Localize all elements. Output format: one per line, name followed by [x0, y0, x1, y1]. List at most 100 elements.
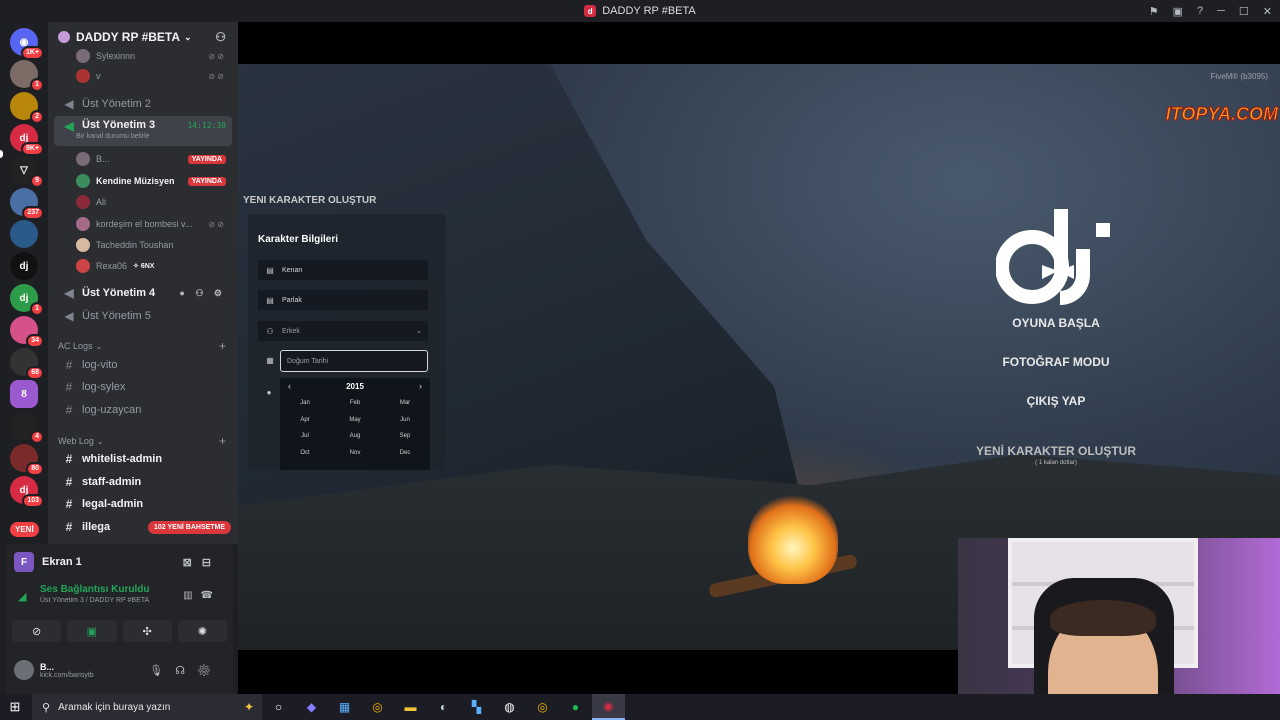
dob-field[interactable]: ▦ Doğum Tarihi	[258, 350, 428, 372]
voice-user[interactable]: Rexa06 ✧ 6NX	[76, 256, 232, 276]
month-option[interactable]: Jun	[380, 417, 430, 423]
voice-actions[interactable]: ▥☎	[183, 590, 221, 601]
voice-user[interactable]: kordeşim el bombesi v... ⊘ ⊘	[76, 214, 232, 234]
new-unreads-button[interactable]: YENİ	[10, 522, 39, 537]
text-channel[interactable]: # log-vito	[54, 355, 232, 375]
voice-user[interactable]: Sylexinnn ⊘ ⊘	[76, 46, 232, 66]
server-icon[interactable]: 68	[10, 348, 44, 380]
month-option[interactable]: Aug	[330, 433, 380, 439]
month-option[interactable]: Nov	[330, 450, 380, 456]
text-channel[interactable]: # log-uzaycan	[54, 400, 232, 420]
user-controls[interactable]: 🎙☊⚙	[149, 664, 223, 677]
server-icon[interactable]: 4	[10, 412, 44, 444]
screen-share-button[interactable]: ▣	[67, 620, 117, 642]
task-view-icon[interactable]: ○	[262, 694, 295, 720]
month-option[interactable]: Dec	[380, 450, 430, 456]
soundboard-button[interactable]: ✺	[177, 620, 227, 642]
add-channel-icon[interactable]: +	[219, 339, 226, 353]
server-icon[interactable]: ▽ 9	[10, 156, 44, 188]
close-button[interactable]: ✕	[1263, 5, 1272, 18]
add-channel-icon[interactable]: +	[219, 434, 226, 448]
server-icon[interactable]: 34	[10, 316, 44, 348]
server-icon[interactable]: 237	[10, 188, 44, 220]
voice-user[interactable]: Kendine Müzisyen YAYINDA	[76, 171, 232, 191]
activities-button[interactable]: ✣	[122, 620, 172, 642]
exit-button[interactable]: ÇIKIŞ YAP	[956, 394, 1156, 408]
taskbar-search[interactable]: ⚲ Aramak için buraya yazın ✦	[32, 694, 262, 720]
month-option[interactable]: May	[330, 417, 380, 423]
invite-people-icon[interactable]: ⚇	[215, 30, 226, 44]
text-channel[interactable]: # log-sylex	[54, 377, 232, 397]
stream-view[interactable]: FiveM® (b3095) ITOPYA.COM YENI KARAKTER …	[238, 22, 1280, 694]
server-icon[interactable]: dj	[10, 252, 38, 280]
voice-user[interactable]: B... YAYINDA	[76, 149, 232, 169]
gender-select[interactable]: ⚇ Erkek ⌄	[258, 321, 428, 341]
last-name-field[interactable]: ▤ Parlak	[258, 290, 428, 310]
avatar	[76, 69, 90, 83]
minimize-button[interactable]: ─	[1217, 5, 1225, 17]
voice-connection[interactable]: ◢ Ses Bağlantısı Kuruldu Üst Yönetim 3 /…	[6, 584, 233, 614]
new-mentions-pill[interactable]: 102 YENİ BAHSETME	[148, 521, 232, 534]
voice-user[interactable]: Ali	[76, 192, 232, 212]
direct-messages-icon[interactable]: ◉ 1K+	[10, 28, 44, 60]
server-icon[interactable]: dj 103	[10, 476, 44, 508]
live-badge: YAYINDA	[187, 154, 226, 164]
next-year-button[interactable]: ›	[419, 381, 422, 391]
voice-channel[interactable]: ◀ Üst Yönetim 2	[54, 94, 232, 114]
search-icon: ⚲	[42, 701, 51, 714]
app-icon[interactable]: ◍	[493, 694, 526, 720]
server-icon[interactable]: 80	[10, 444, 44, 476]
maximize-button[interactable]: ☐	[1239, 5, 1249, 18]
stream-preview-row[interactable]: F Ekran 1 ⊠⊟	[6, 544, 233, 580]
category-header[interactable]: Web Log ⌄ +	[58, 434, 228, 448]
server-icon[interactable]	[10, 220, 38, 248]
text-channel[interactable]: # staff-admin	[54, 472, 232, 492]
month-option[interactable]: Oct	[280, 450, 330, 456]
server-icon[interactable]: 2	[10, 92, 44, 124]
app-icon[interactable]: ▚	[460, 694, 493, 720]
category-header[interactable]: AC Logs ⌄ +	[58, 339, 228, 353]
server-icon[interactable]: 1	[10, 60, 44, 92]
voice-user[interactable]: Tacheddin Toushan	[76, 235, 232, 255]
server-icon[interactable]: dj 9K+	[10, 124, 44, 156]
steam-icon[interactable]: ◐	[427, 694, 460, 720]
text-channel[interactable]: # legal-admin	[54, 494, 232, 514]
channel-actions[interactable]: ● ⚇ ⚙	[179, 288, 226, 299]
play-button[interactable]: OYUNA BAŞLA	[956, 316, 1156, 330]
new-character-button[interactable]: YENİ KARAKTER OLUŞTUR	[956, 444, 1156, 458]
inbox-flag-icon[interactable]: ⚑	[1149, 5, 1159, 18]
voice-channel-active[interactable]: ◀ Üst Yönetim 3 Bir kanal durumu belirle…	[54, 116, 232, 146]
chrome-icon[interactable]: ◎	[526, 694, 559, 720]
camera-off-button[interactable]: ⊘	[12, 620, 62, 642]
location-field[interactable]: ●	[258, 382, 280, 402]
window-title: DADDY RP #BETA	[602, 5, 696, 17]
month-option[interactable]: Feb	[330, 400, 380, 406]
first-name-field[interactable]: ▤ Kenan	[258, 260, 428, 280]
month-option[interactable]: Mar	[380, 400, 430, 406]
month-picker: ‹ 2015 › Jan Feb Mar Apr May Jun Jul Aug…	[280, 378, 430, 470]
app-icon[interactable]: ◆	[295, 694, 328, 720]
help-icon[interactable]: ?	[1197, 5, 1203, 17]
chevron-down-icon: ⌄	[184, 31, 192, 42]
voice-user[interactable]: v ⊘ ⊘	[76, 66, 232, 86]
photo-mode-button[interactable]: FOTOĞRAF MODU	[956, 355, 1156, 369]
server-icon[interactable]: dj 1	[10, 284, 44, 316]
server-icon[interactable]: 8	[10, 380, 38, 408]
windows-start-icon[interactable]: ⊞	[0, 699, 30, 715]
month-option[interactable]: Jul	[280, 433, 330, 439]
text-channel[interactable]: # whitelist-admin	[54, 449, 232, 469]
chrome-icon[interactable]: ◎	[361, 694, 394, 720]
month-option[interactable]: Sep	[380, 433, 430, 439]
user-panel[interactable]: B... kick.com/barisytb 🎙☊⚙	[6, 652, 233, 688]
spotify-icon[interactable]: ●	[559, 694, 592, 720]
stream-controls[interactable]: ⊠⊟	[183, 556, 221, 569]
voice-channel[interactable]: ◀ Üst Yönetim 5	[54, 306, 232, 326]
screen-share-icon[interactable]: ▣	[1173, 5, 1183, 18]
store-icon[interactable]: ▦	[328, 694, 361, 720]
month-option[interactable]: Jan	[280, 400, 330, 406]
month-option[interactable]: Apr	[280, 417, 330, 423]
discord-icon[interactable]: ◉	[592, 694, 625, 720]
speaker-icon: ◀	[64, 97, 74, 111]
voice-channel[interactable]: ◀ Üst Yönetim 4 ● ⚇ ⚙	[54, 283, 232, 303]
file-explorer-icon[interactable]: ▬	[394, 694, 427, 720]
